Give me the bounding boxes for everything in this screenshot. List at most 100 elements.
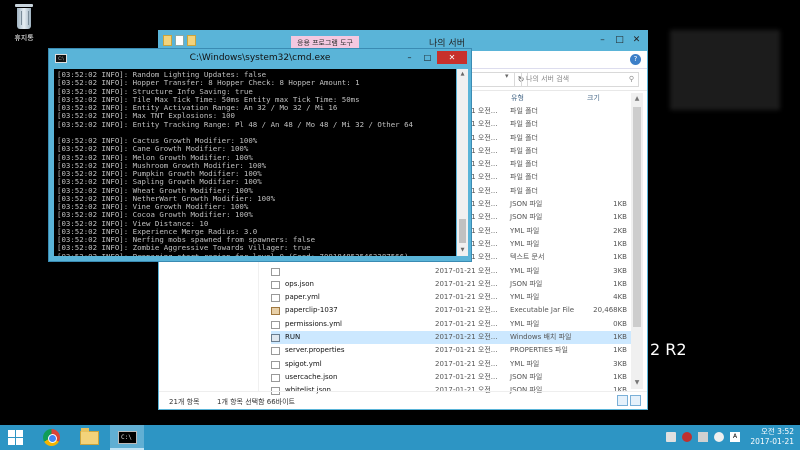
file-type: 텍스트 문서 [510,253,545,262]
network-icon[interactable] [682,432,692,442]
file-row[interactable]: RUN 2017-01-21 오전... Windows 배치 파일 1KB [271,331,631,345]
file-row[interactable]: usercache.json 2017-01-21 오전... JSON 파일 1KB [271,371,631,384]
file-date: 2017-01-21 오전... [435,266,498,275]
file-icon [271,294,280,303]
console-line: [03:52:02 INFO]: Preparing start region … [57,251,409,256]
file-row[interactable]: spigot.yml 2017-01-21 오전... YML 파일 3KB [271,358,631,371]
file-type: 파일 폴더 [510,146,538,155]
file-icon [271,267,280,276]
close-button[interactable]: ✕ [628,31,645,49]
file-row[interactable]: 2017-01-21 오전... YML 파일 3KB [271,265,631,278]
taskbar-file-explorer[interactable] [72,425,106,450]
batch-file-icon [271,334,280,343]
file-icon [271,360,280,369]
file-type: JSON 파일 [510,372,543,381]
clock-date: 2017-01-21 [750,437,794,446]
maximize-button[interactable]: □ [611,31,628,49]
file-date: 2017-01-21 오전... [435,372,498,381]
column-type[interactable]: 유형 [511,93,524,103]
console-line: [03:52:02 INFO]: Entity Tracking Range: … [57,119,413,129]
recycle-bin[interactable]: 휴지통 [4,4,44,43]
recycle-bin-icon [14,4,34,30]
new-folder-icon[interactable] [187,35,196,46]
file-size: 0KB [613,319,627,328]
file-type: JSON 파일 [510,213,543,222]
volume-icon[interactable] [714,432,724,442]
ime-indicator[interactable]: A [730,432,740,442]
cmd-window: C:\ C:\Windows\system32\cmd.exe – □ ✕ [0… [48,48,472,262]
chevron-down-icon[interactable]: ▾ [505,72,509,80]
system-tray: A [666,432,740,442]
scroll-up-icon[interactable]: ▲ [631,93,643,105]
file-type: 파일 폴더 [510,107,538,115]
search-input[interactable]: 나의 서버 검색 ⚲ [521,72,639,87]
action-center-icon[interactable] [666,432,676,442]
file-date: 2017-01-21 오전... [435,306,498,315]
file-date: 2017-01-21 오전... [435,279,498,288]
file-row[interactable]: ops.json 2017-01-21 오전... JSON 파일 1KB [271,278,631,291]
cmd-scrollbar[interactable]: ▲ ▼ [457,69,468,256]
file-name: server.properties [285,346,345,355]
item-count: 21개 항목 [169,398,200,406]
file-type: 파일 폴더 [510,160,538,169]
file-row[interactable]: paperclip-1037 2017-01-21 오전... Executable… [271,304,631,317]
file-row[interactable]: server.properties 2017-01-21 오전... PROPERT… [271,344,631,357]
file-date: 2017-01-21 오전... [435,359,498,368]
file-size: 2KB [613,226,627,235]
folder-small-icon [163,35,172,46]
cmd-close-button[interactable]: ✕ [437,51,467,64]
large-icons-view-icon[interactable] [630,395,641,406]
details-view-icon[interactable] [617,395,628,406]
minimize-button[interactable]: – [594,31,611,49]
scroll-thumb[interactable] [459,219,466,243]
taskbar-chrome[interactable] [34,425,68,450]
cmd-minimize-button[interactable]: – [401,51,418,64]
file-type: YML 파일 [510,239,540,248]
cmd-maximize-button[interactable]: □ [419,51,436,64]
properties-icon[interactable] [175,35,184,46]
scroll-down-icon[interactable]: ▼ [457,245,468,256]
file-size: 3KB [613,359,627,368]
column-size[interactable]: 크기 [587,93,600,103]
file-size: 1KB [613,213,627,222]
console-output[interactable]: [03:52:02 INFO]: Random Lighting Updates… [54,69,456,256]
file-type: YML 파일 [510,319,540,328]
file-icon [271,373,280,382]
file-size: 1KB [613,372,627,381]
cmd-title-bar[interactable]: C:\ C:\Windows\system32\cmd.exe – □ ✕ [49,49,471,69]
help-icon[interactable]: ? [630,54,641,65]
display-icon[interactable] [698,432,708,442]
scroll-thumb[interactable] [633,107,641,327]
file-row[interactable]: paper.yml 2017-01-21 오전... YML 파일 4KB [271,291,631,304]
file-type: 파일 폴더 [510,186,538,195]
blurred-region [670,30,780,110]
taskbar-cmd[interactable]: C:\ [110,425,144,450]
scroll-down-icon[interactable]: ▼ [631,377,643,389]
explorer-scrollbar[interactable]: ▲ ▼ [631,93,643,389]
folder-icon [80,428,99,445]
file-type: 파일 폴더 [510,120,538,129]
file-type: JSON 파일 [510,279,543,288]
file-type: 파일 폴더 [510,173,538,182]
file-type: JSON 파일 [510,200,543,209]
file-date: 2017-01-21 오전... [435,319,498,328]
file-row[interactable]: permissions.yml 2017-01-21 오전... YML 파일 0KB [271,318,631,331]
start-button[interactable] [8,430,23,445]
quick-access-toolbar [163,35,196,46]
file-name: RUN [285,333,301,342]
file-name: usercache.json [285,372,338,381]
file-type: Executable Jar File [510,306,575,315]
file-size: 3KB [613,266,627,275]
jar-icon [271,307,280,316]
scroll-up-icon[interactable]: ▲ [457,69,468,80]
file-type: YML 파일 [510,293,540,302]
clock[interactable]: 오전 3:52 2017-01-21 [750,427,794,447]
file-type: PROPERTIES 파일 [510,346,568,355]
recycle-bin-label: 휴지통 [14,34,34,42]
cmd-icon: C:\ [118,431,137,444]
file-icon [271,320,280,329]
file-size: 1KB [613,279,627,288]
file-name: paper.yml [285,293,320,302]
file-name: spigot.yml [285,359,322,368]
file-name: ops.json [285,279,314,288]
